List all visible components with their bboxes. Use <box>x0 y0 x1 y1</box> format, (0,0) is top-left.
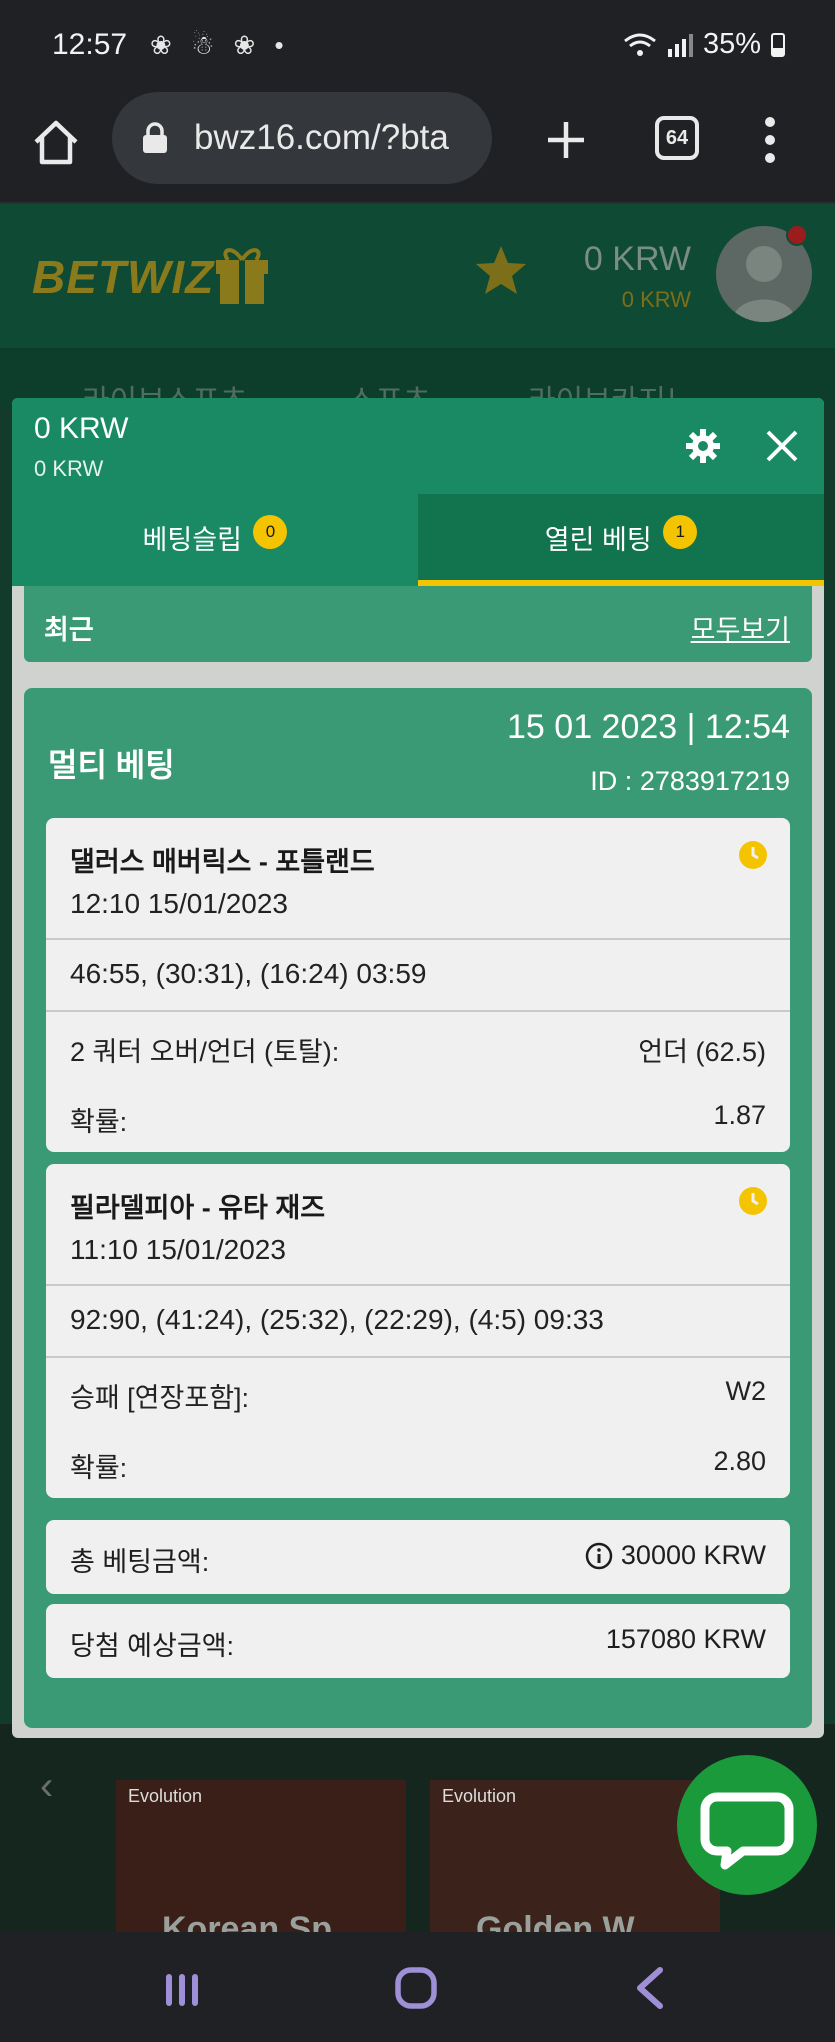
game-title: Golden W <box>476 1910 635 1932</box>
match-name: 댈러스 매버릭스 - 포틀랜드 <box>70 847 375 877</box>
match-time: 12:10 15/01/2023 <box>70 888 288 919</box>
match-name: 필라델피아 - 유타 재즈 <box>70 1193 326 1223</box>
notification-dot <box>786 224 808 246</box>
favorite-star-icon[interactable] <box>473 242 529 298</box>
total-stake-value: 30000 KRW <box>620 1540 766 1570</box>
tab-open-bets[interactable]: 열린 베팅 1 <box>418 494 824 586</box>
divider <box>46 1284 790 1286</box>
site-balance-main: 0 KRW <box>583 240 691 278</box>
tab-label: 열린 베팅 <box>544 525 652 555</box>
chat-icon <box>700 1792 794 1870</box>
bet-id-label: ID : <box>590 766 633 796</box>
gear-icon[interactable] <box>685 428 721 464</box>
url-bar[interactable]: bwz16.com/?bta <box>112 92 492 184</box>
notification-icons: ❀ ☃ ❀ • <box>150 30 290 60</box>
odds-label: 확률: <box>70 1453 128 1483</box>
match-card: 필라델피아 - 유타 재즈 11:10 15/01/2023 92:90, (4… <box>46 1164 790 1498</box>
panel-balance-main: 0 KRW <box>34 412 129 445</box>
game-title: Korean Sp <box>162 1910 333 1932</box>
divider <box>46 938 790 940</box>
match-score: 92:90, (41:24), (25:32), (22:29), (4:5) … <box>70 1304 604 1335</box>
clock-icon <box>739 1187 767 1215</box>
market-label: 2 쿼터 오버/언더 (토탈): <box>70 1037 340 1067</box>
site-balance-bonus: 0 KRW <box>621 287 691 312</box>
market-value: W2 <box>725 1376 767 1406</box>
divider <box>46 1010 790 1012</box>
potential-win-label: 당첨 예상금액: <box>70 1631 235 1661</box>
tab-bet-slip[interactable]: 베팅슬립 0 <box>12 494 418 586</box>
chevron-left-icon[interactable]: ‹ <box>40 1764 53 1809</box>
odds-label: 확률: <box>70 1107 128 1137</box>
back-icon[interactable] <box>630 1966 670 2010</box>
info-icon[interactable] <box>585 1542 613 1570</box>
recent-title: 최근 <box>44 615 94 645</box>
total-stake-value-wrap: 30000 KRW <box>585 1540 766 1571</box>
system-status-icons: 35% <box>623 28 785 61</box>
panel-tabs: 베팅슬립 0 열린 베팅 1 <box>12 494 824 586</box>
gift-icon[interactable] <box>214 240 270 306</box>
wifi-icon <box>624 33 656 56</box>
site-logo[interactable]: BETWIZ <box>32 250 214 304</box>
tab-count-badge: 1 <box>663 515 698 549</box>
bet-id-value: 2783917219 <box>639 766 790 796</box>
match-card: 댈러스 매버릭스 - 포틀랜드 12:10 15/01/2023 46:55, … <box>46 818 790 1152</box>
home-nav-icon[interactable] <box>394 1966 438 2010</box>
home-icon[interactable] <box>28 114 84 170</box>
status-time: 12:57 <box>52 28 128 61</box>
game-provider: Evolution <box>128 1786 203 1806</box>
view-all-link[interactable]: 모두보기 <box>691 608 790 647</box>
game-provider: Evolution <box>442 1786 517 1806</box>
game-card[interactable]: Evolution Korean Sp <box>116 1780 406 1932</box>
potential-win-value: 157080 KRW <box>605 1624 766 1654</box>
match-score: 46:55, (30:31), (16:24) 03:59 <box>70 958 427 989</box>
panel-balance-bonus: 0 KRW <box>34 456 104 481</box>
signal-icon <box>667 33 693 57</box>
recent-apps-icon[interactable] <box>162 1970 202 2010</box>
system-nav-bar <box>0 1932 835 2042</box>
new-tab-icon[interactable] <box>540 114 592 166</box>
battery-icon <box>771 32 785 57</box>
bet-type: 멀티 베팅 <box>48 747 175 783</box>
divider <box>46 1356 790 1358</box>
browser-toolbar: bwz16.com/?bta 64 <box>0 92 835 204</box>
odds-value: 2.80 <box>713 1446 766 1476</box>
recent-header: 최근 모두보기 <box>24 586 812 662</box>
live-chat-button[interactable] <box>677 1755 817 1895</box>
odds-value: 1.87 <box>713 1100 766 1130</box>
clock-icon <box>739 841 767 869</box>
lock-icon <box>143 122 167 153</box>
more-menu-icon[interactable] <box>760 112 780 168</box>
battery-percent: 35% <box>702 28 761 60</box>
tab-count-button[interactable]: 64 <box>655 116 699 160</box>
match-time: 11:10 15/01/2023 <box>70 1234 286 1265</box>
panel-header: 0 KRW 0 KRW <box>12 398 824 494</box>
bet-card: 멀티 베팅 15 01 2023 | 12:54 ID : 2783917219… <box>24 688 812 1728</box>
site-header: BETWIZ 0 KRW 0 KRW <box>0 204 835 348</box>
bet-slip-panel: 0 KRW 0 KRW 베팅슬립 0 열린 베팅 1 최근 모두보기 멀티 베팅… <box>12 398 824 1738</box>
total-stake-row: 총 베팅금액: 30000 KRW <box>46 1520 790 1594</box>
potential-win-row: 당첨 예상금액: 157080 KRW <box>46 1604 790 1678</box>
close-icon[interactable] <box>764 428 800 464</box>
site-balance: 0 KRW 0 KRW <box>584 240 691 313</box>
url-text: bwz16.com/?bta <box>194 118 449 157</box>
market-value: 언더 (62.5) <box>638 1037 766 1067</box>
total-stake-label: 총 베팅금액: <box>70 1547 210 1577</box>
tab-label: 베팅슬립 <box>142 525 242 555</box>
bet-id: ID : 2783917219 <box>590 766 790 797</box>
bet-datetime: 15 01 2023 | 12:54 <box>507 708 790 746</box>
market-label: 승패 [연장포함]: <box>70 1383 250 1413</box>
tab-count-badge: 0 <box>253 515 288 549</box>
status-bar: 12:57 ❀ ☃ ❀ • 35% <box>0 0 835 92</box>
